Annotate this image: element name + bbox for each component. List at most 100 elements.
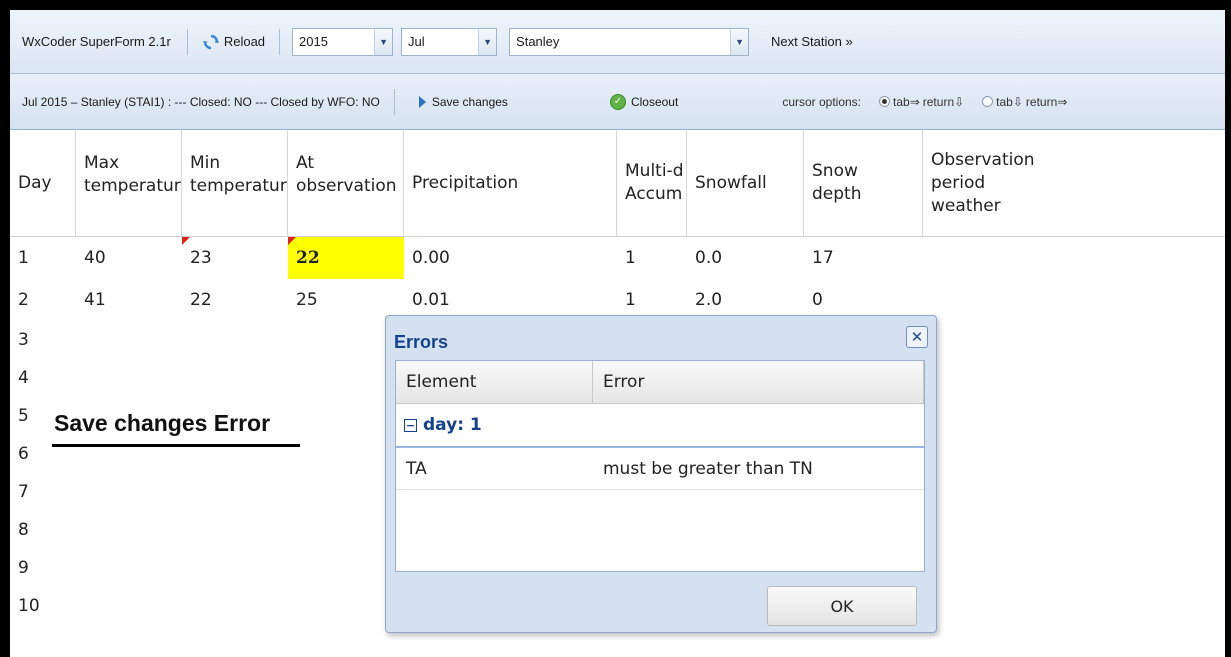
max-temp-cell[interactable]: 40	[76, 237, 182, 279]
header-label: temperature	[84, 176, 182, 196]
column-header-observation-weather[interactable]: Observation period weather	[923, 130, 1225, 236]
header-label: depth	[812, 184, 862, 204]
header-label: period	[931, 172, 986, 193]
status-toolbar: Jul 2015 – Stanley (STAI1) : --- Closed:…	[10, 74, 1225, 130]
weather-cell[interactable]	[923, 279, 1225, 321]
cursor-option-1b: return⇩	[922, 94, 965, 109]
column-header-precipitation[interactable]: Precipitation	[404, 130, 617, 236]
station-value: Stanley	[516, 34, 560, 49]
weather-cell[interactable]	[923, 237, 1225, 279]
column-header-day[interactable]: Day	[10, 130, 76, 236]
error-flag-icon	[288, 237, 296, 245]
errors-dialog: Errors ✕ Element Error − day: 1 TA must …	[385, 315, 937, 633]
main-toolbar: WxCoder SuperForm 2.1r Reload 2015 ▼ Jul…	[10, 10, 1225, 74]
header-label: Precipitation	[412, 172, 519, 193]
chevron-down-icon[interactable]: ▼	[374, 28, 393, 55]
precipitation-cell[interactable]: 0.00	[404, 237, 617, 279]
reload-button[interactable]: Reload	[192, 33, 275, 51]
dialog-title: Errors	[394, 332, 449, 352]
error-row[interactable]: TA must be greater than TN	[396, 448, 924, 490]
frame-border-top	[0, 0, 1231, 10]
column-header-element[interactable]: Element	[396, 361, 593, 403]
cursor-option-tab-down[interactable]: tab⇩ return⇒	[982, 95, 1067, 109]
form-status-text: Jul 2015 – Stanley (STAI1) : --- Closed:…	[22, 94, 380, 109]
column-header-multi-day-accum[interactable]: Multi-d Accum	[617, 130, 687, 236]
column-header-snow-depth[interactable]: Snow depth	[804, 130, 923, 236]
column-header-at-observation[interactable]: At observation	[288, 130, 404, 236]
header-label: Snowfall	[695, 172, 767, 193]
radio-selected-icon[interactable]	[879, 96, 891, 107]
day-cell[interactable]: 7	[10, 473, 76, 511]
header-label: Observation	[931, 149, 1035, 170]
month-value: Jul	[408, 34, 425, 49]
close-icon[interactable]: ✕	[906, 326, 928, 348]
header-label: Max	[84, 153, 120, 173]
max-temp-cell[interactable]: 41	[76, 279, 182, 321]
collapse-icon[interactable]: −	[404, 418, 417, 432]
toolbar-separator	[279, 28, 281, 55]
reload-icon	[202, 34, 219, 49]
reload-label: Reload	[223, 34, 266, 49]
annotation-caption: Save changes Error	[54, 410, 271, 436]
frame-border-right	[1225, 0, 1231, 657]
header-label: At	[296, 153, 314, 173]
header-label: Snow	[812, 161, 858, 181]
day-cell[interactable]: 8	[10, 511, 76, 549]
header-label: Accum	[625, 184, 683, 204]
ok-button[interactable]: OK	[767, 586, 917, 626]
toolbar-separator	[186, 28, 188, 55]
snowfall-cell[interactable]: 0.0	[687, 237, 804, 279]
snow-depth-cell[interactable]: 17	[804, 237, 923, 279]
frame-border-left	[0, 0, 10, 657]
error-message: must be greater than TN	[603, 458, 813, 479]
closeout-button[interactable]: ✓ Closeout	[609, 93, 679, 110]
cursor-option-1a: tab⇒	[893, 94, 920, 109]
year-value: 2015	[299, 34, 328, 49]
error-group-row[interactable]: − day: 1	[396, 404, 924, 448]
month-select[interactable]: Jul ▼	[401, 27, 498, 56]
day-cell[interactable]: 9	[10, 549, 76, 587]
day-cell[interactable]: 3	[10, 321, 76, 359]
header-label: observation	[296, 176, 397, 196]
column-header-max-temperature[interactable]: Max temperature	[76, 130, 182, 236]
column-header-snowfall[interactable]: Snowfall	[687, 130, 804, 236]
at-observation-cell[interactable]: 22	[288, 237, 404, 279]
header-label: temperature	[190, 176, 288, 196]
grid-header: Day Max temperature Min temperature At o…	[10, 130, 1225, 237]
radio-unselected-icon[interactable]	[982, 96, 994, 107]
save-changes-label: Save changes	[431, 94, 508, 109]
station-select[interactable]: Stanley ▼	[509, 27, 750, 56]
header-label: weather	[931, 195, 1001, 216]
superform-app: WxCoder SuperForm 2.1r Reload 2015 ▼ Jul…	[10, 10, 1225, 657]
cursor-options-label: cursor options:	[782, 94, 862, 109]
column-header-error[interactable]: Error	[593, 361, 924, 403]
day-cell[interactable]: 1	[10, 237, 76, 279]
day-cell[interactable]: 6	[10, 435, 76, 473]
errors-table-header: Element Error	[396, 361, 924, 404]
multi-day-cell[interactable]: 1	[617, 237, 687, 279]
day-cell[interactable]: 4	[10, 359, 76, 397]
header-label: Multi-d	[625, 161, 684, 181]
chevron-down-icon[interactable]: ▼	[730, 28, 749, 55]
column-header-min-temperature[interactable]: Min temperature	[182, 130, 288, 236]
year-select[interactable]: 2015 ▼	[292, 27, 394, 56]
day-cell[interactable]: 2	[10, 279, 76, 321]
error-group-label: day: 1	[423, 415, 482, 435]
min-temp-cell[interactable]: 23	[182, 237, 288, 279]
chevron-down-icon[interactable]: ▼	[478, 28, 497, 55]
cursor-option-tab-right[interactable]: tab⇒ return⇩	[879, 95, 964, 109]
closeout-label: Closeout	[630, 94, 679, 109]
app-title: WxCoder SuperForm 2.1r	[22, 34, 171, 49]
cell-value: 23	[190, 248, 212, 268]
annotation-underline	[52, 444, 300, 447]
min-temp-cell[interactable]: 22	[182, 279, 288, 321]
save-changes-button[interactable]: Save changes	[418, 94, 508, 109]
cell-value: 22	[296, 248, 320, 268]
day-cell[interactable]: 10	[10, 587, 76, 625]
play-icon	[418, 95, 426, 108]
cursor-options: cursor options: tab⇒ return⇩ tab⇩ return…	[782, 95, 1067, 109]
errors-table: Element Error − day: 1 TA must be greate…	[395, 360, 925, 572]
header-label: Day	[18, 172, 52, 193]
next-station-button[interactable]: Next Station »	[771, 34, 853, 49]
table-row: 1 40 23 22 0.00 1 0.0 17	[10, 237, 1225, 279]
